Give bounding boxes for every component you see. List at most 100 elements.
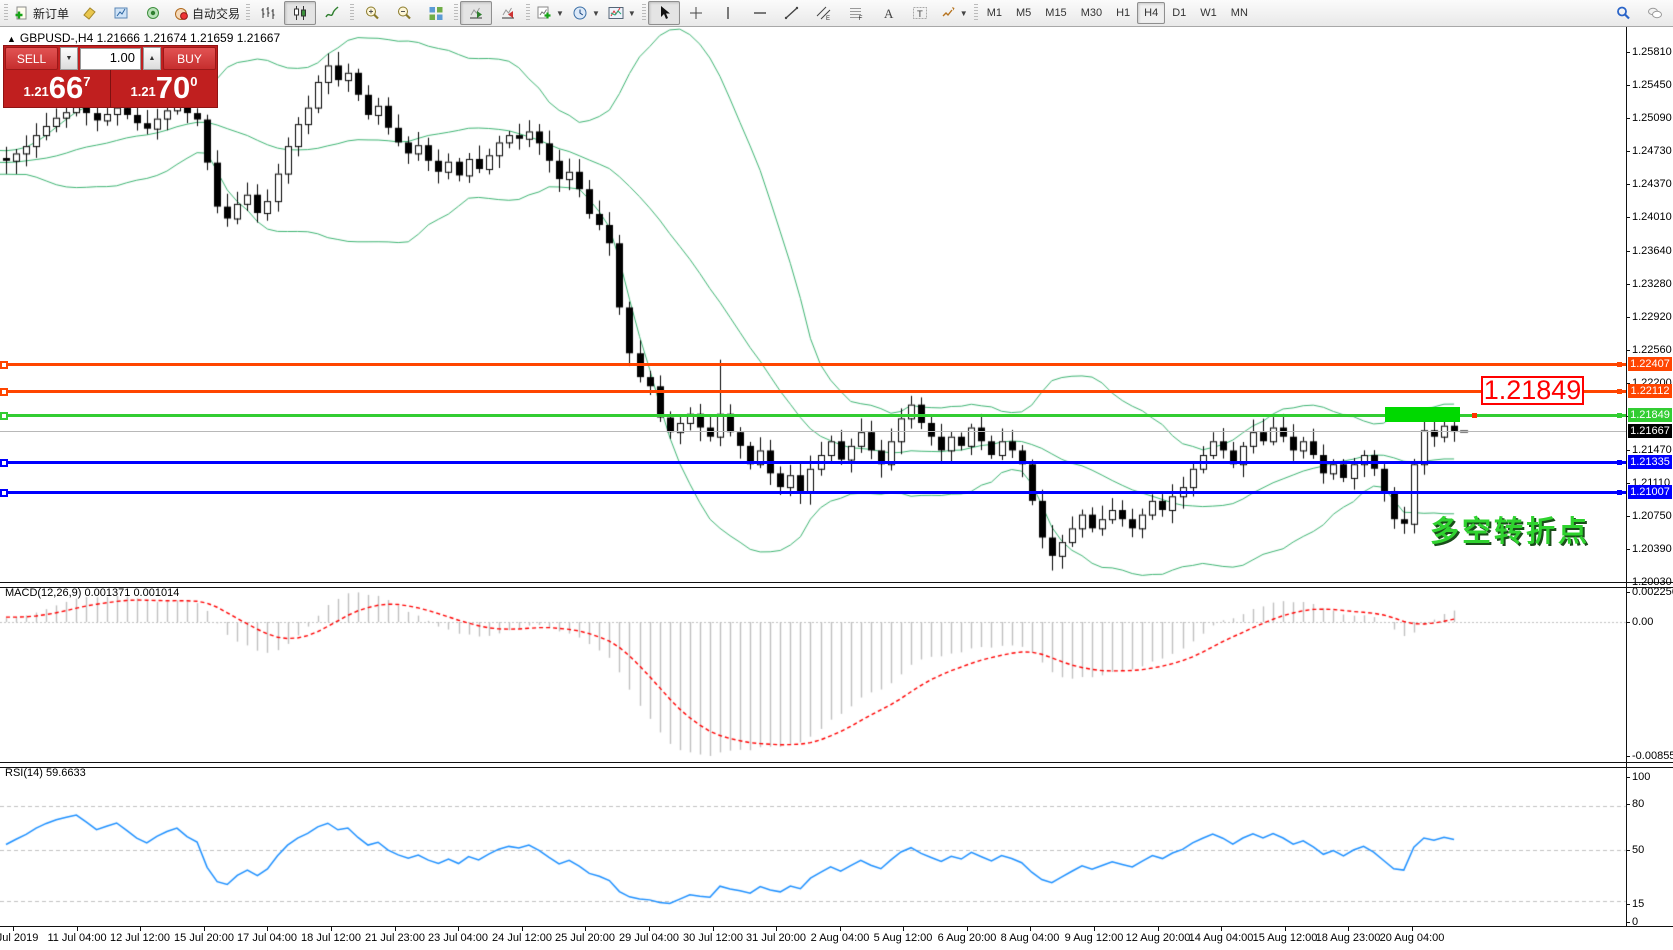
timeframe-d1-button[interactable]: D1 — [1165, 2, 1193, 24]
label-icon: T — [912, 5, 928, 21]
chart-title: ▲ GBPUSD-,H4 1.21666 1.21674 1.21659 1.21… — [7, 31, 280, 45]
volume-up-button[interactable]: ▲ — [143, 47, 161, 70]
toolbar-separator — [4, 4, 8, 22]
trader-hline-1.21335[interactable] — [0, 461, 1626, 464]
profiles-button[interactable]: ▼ — [568, 1, 604, 25]
timeframe-m15-button[interactable]: M15 — [1038, 2, 1073, 24]
chart-title-text: GBPUSD-,H4 1.21666 1.21674 1.21659 1.216… — [20, 31, 280, 45]
trader-hline-1.21007[interactable] — [0, 491, 1626, 494]
timeframe-m1-button[interactable]: M1 — [980, 2, 1009, 24]
svg-text:A: A — [884, 6, 894, 21]
vline-icon — [720, 5, 736, 21]
trader-hline-1.22407[interactable] — [0, 363, 1626, 366]
price-flag-1.21849: 1.21849 — [1628, 408, 1672, 422]
price-annotation-box[interactable]: 1.21849 — [1481, 376, 1584, 405]
hline-anchor-icon[interactable] — [0, 459, 8, 467]
zoom-in-button[interactable] — [356, 1, 388, 25]
price-flag-1.22407: 1.22407 — [1628, 357, 1672, 371]
timeframe-m5-button[interactable]: M5 — [1009, 2, 1038, 24]
price-flag-1.21667: 1.21667 — [1628, 424, 1672, 438]
search-button[interactable] — [1607, 1, 1639, 25]
price-axis-label: 1.24370 — [1632, 178, 1672, 190]
bar-chart-button[interactable] — [252, 1, 284, 25]
hline-anchor-icon[interactable] — [0, 388, 8, 396]
price-axis-label: 1.22560 — [1632, 344, 1672, 356]
collapse-panel-icon[interactable]: ▲ — [7, 34, 16, 44]
indicators-button[interactable]: ▼ — [604, 1, 640, 25]
highlight-rectangle[interactable] — [1385, 407, 1460, 422]
text-button[interactable]: A — [872, 1, 904, 25]
candle-chart-button[interactable] — [284, 1, 316, 25]
svg-text:F: F — [858, 15, 862, 21]
autotrade-icon — [173, 5, 189, 21]
annotation-anchor-icon[interactable] — [1472, 413, 1477, 418]
timeframe-w1-button[interactable]: W1 — [1193, 2, 1224, 24]
pane-splitter-rsi[interactable] — [0, 762, 1673, 768]
rsi-axis-label: 15 — [1632, 898, 1644, 910]
buy-button[interactable]: BUY — [163, 47, 216, 70]
cn-annotation-text[interactable]: 多空转折点 — [1430, 508, 1590, 550]
fibonacci-button[interactable]: F — [840, 1, 872, 25]
eraser-button[interactable] — [73, 1, 105, 25]
axis-tick — [77, 927, 78, 931]
time-axis-label: 15 Jul 20:00 — [174, 932, 234, 944]
chart-canvas[interactable] — [0, 0, 1673, 950]
axis-tick — [458, 927, 459, 931]
arrows-button[interactable]: ▼ — [936, 1, 972, 25]
vline-button[interactable] — [712, 1, 744, 25]
axis-tick — [140, 927, 141, 931]
toolbar-separator — [642, 4, 646, 22]
toolbar-separator — [350, 4, 354, 22]
autotrade-button[interactable]: 自动交易 — [169, 1, 244, 25]
timeframe-mn-button[interactable]: MN — [1224, 2, 1255, 24]
signal-button[interactable] — [137, 1, 169, 25]
zoom-out-button[interactable] — [388, 1, 420, 25]
chart-shift-button[interactable] — [492, 1, 524, 25]
hline-endpoint-icon[interactable] — [1617, 362, 1622, 367]
fibo-icon: F — [848, 5, 864, 21]
hline-endpoint-icon[interactable] — [1617, 413, 1622, 418]
timeframe-h4-button[interactable]: H4 — [1137, 2, 1165, 24]
axis-tick — [331, 927, 332, 931]
timeframe-m30-button[interactable]: M30 — [1074, 2, 1109, 24]
trader-hline-1.21849[interactable] — [0, 414, 1626, 417]
hline-endpoint-icon[interactable] — [1617, 389, 1622, 394]
crosshair-button[interactable] — [680, 1, 712, 25]
hline-anchor-icon[interactable] — [0, 489, 8, 497]
auto-scroll-button[interactable] — [460, 1, 492, 25]
rsi-axis-label: 50 — [1632, 844, 1644, 856]
toolbar-separator — [974, 4, 978, 22]
time-axis-label: 30 Jul 12:00 — [683, 932, 743, 944]
time-axis-label: 12 Jul 12:00 — [110, 932, 170, 944]
hline-anchor-icon[interactable] — [0, 361, 8, 369]
buy-price[interactable]: 1.21 70 0 — [111, 70, 217, 107]
tile-windows-button[interactable] — [420, 1, 452, 25]
volume-input[interactable]: 1.00 — [80, 48, 141, 70]
sell-price[interactable]: 1.21 66 7 — [4, 70, 111, 107]
chat-button[interactable] — [1639, 1, 1671, 25]
volume-down-button[interactable]: ▼ — [60, 47, 78, 70]
text-label-button[interactable]: T — [904, 1, 936, 25]
channel-button[interactable]: E — [808, 1, 840, 25]
new-order-button[interactable]: 新订单 — [10, 1, 73, 25]
pane-splitter-macd[interactable] — [0, 582, 1673, 588]
charts-window-button[interactable] — [105, 1, 137, 25]
new-chart-button[interactable]: ▼ — [532, 1, 568, 25]
rsi-axis-label: 100 — [1632, 771, 1650, 783]
toolbar-separator — [454, 4, 458, 22]
hline-endpoint-icon[interactable] — [1617, 460, 1622, 465]
sell-button[interactable]: SELL — [5, 47, 58, 70]
hline-anchor-icon[interactable] — [0, 412, 8, 420]
axis-tick — [1626, 317, 1630, 318]
axis-tick — [1626, 850, 1630, 851]
one-click-trade-panel: SELL ▼ 1.00 ▲ BUY 1.21 66 7 1.21 70 0 — [3, 45, 218, 108]
line-chart-button[interactable] — [316, 1, 348, 25]
hline-endpoint-icon[interactable] — [1617, 490, 1622, 495]
trader-hline-1.22112[interactable] — [0, 390, 1626, 393]
trendline-button[interactable] — [776, 1, 808, 25]
timeframe-h1-button[interactable]: H1 — [1109, 2, 1137, 24]
hline-icon — [752, 5, 768, 21]
arrows-icon — [940, 5, 956, 21]
cursor-button[interactable] — [648, 1, 680, 25]
hline-button[interactable] — [744, 1, 776, 25]
